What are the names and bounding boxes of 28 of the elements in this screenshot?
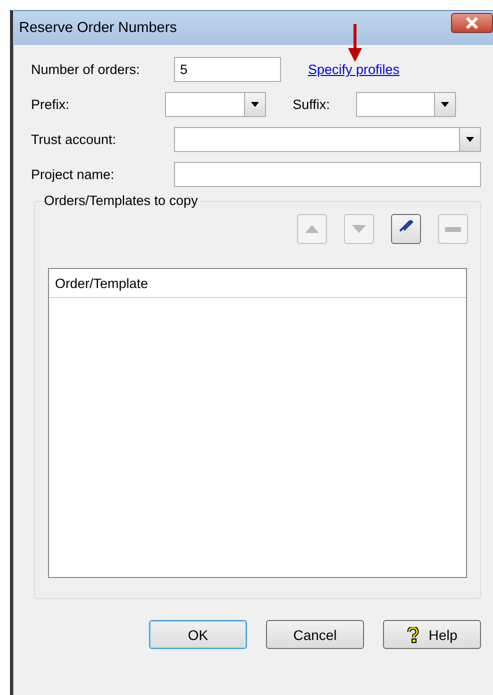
trust-account-dropdown[interactable]: [174, 127, 481, 152]
field-label: Project name:: [31, 167, 116, 182]
dialog-button[interactable]: OK: [149, 620, 247, 649]
minus-icon: [445, 226, 461, 232]
column-header[interactable]: Order/Template: [49, 276, 148, 290]
number-field[interactable]: 5: [174, 57, 281, 82]
up-arrow-icon: [305, 225, 319, 233]
edit-button[interactable]: [391, 214, 421, 244]
field-label: Suffix:: [292, 97, 331, 112]
field-label: Trust account:: [31, 132, 118, 147]
dialog-button[interactable]: Cancel: [266, 620, 364, 649]
suffix-dropdown[interactable]: [356, 92, 456, 117]
prefix-dropdown[interactable]: [165, 92, 266, 117]
close-icon: [465, 17, 479, 29]
dropdown-arrow-icon: [466, 137, 474, 142]
question-mark-icon: [406, 626, 419, 642]
help-button[interactable]: Help: [383, 620, 481, 649]
dropdown-arrow-icon: [250, 102, 259, 107]
field-label: Prefix:: [31, 97, 70, 112]
group-title: Orders/Templates to copy: [42, 193, 200, 208]
close-button[interactable]: [451, 13, 493, 33]
down-arrow-icon: [352, 225, 366, 233]
dropdown-arrow-icon: [441, 102, 449, 107]
project-name-field[interactable]: [174, 162, 481, 187]
annotation-arrow: [348, 24, 362, 62]
window-title: Reserve Order Numbers: [19, 20, 177, 36]
specify-profiles-link[interactable]: Specify profiles: [308, 62, 400, 77]
field-label: Number of orders:: [31, 62, 141, 77]
